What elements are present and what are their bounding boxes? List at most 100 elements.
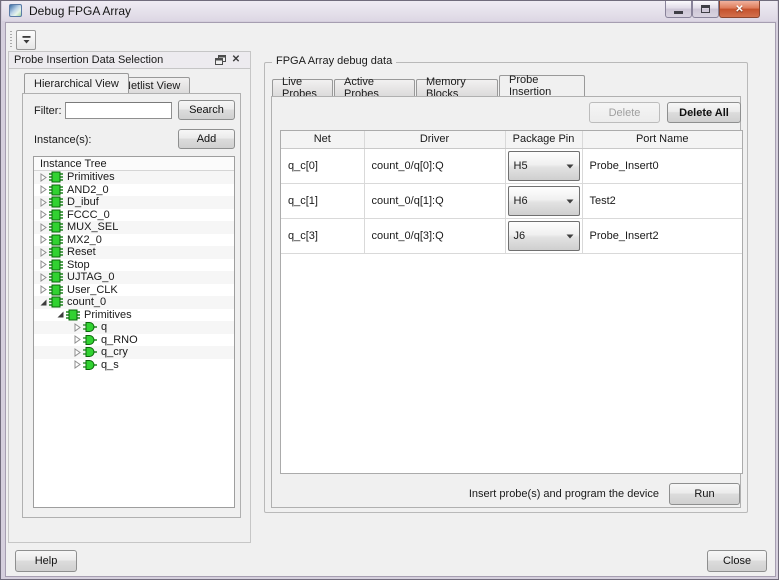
minimize-button[interactable] (665, 1, 692, 18)
collapse-arrow-icon[interactable] (55, 310, 65, 320)
package-pin-select[interactable]: H6 (508, 186, 580, 216)
package-pin-select[interactable]: H5 (508, 151, 580, 181)
expand-arrow-icon[interactable] (38, 272, 48, 282)
tree-item-reset[interactable]: Reset (34, 246, 234, 259)
expand-arrow-icon[interactable] (38, 285, 48, 295)
maximize-button[interactable] (692, 1, 719, 18)
run-button[interactable]: Run (669, 483, 740, 505)
net-cell[interactable]: q_c[3] (281, 218, 364, 253)
filter-label: Filter: (34, 105, 62, 117)
expand-arrow-icon[interactable] (38, 247, 48, 257)
probe-insertion-data-selection-panel: Probe Insertion Data Selection ✕ Hierarc… (8, 51, 251, 543)
expand-arrow-icon[interactable] (38, 185, 48, 195)
expand-arrow-icon[interactable] (38, 197, 48, 207)
tree-item-q_s[interactable]: q_s (34, 359, 234, 372)
package-pin-cell: H5 (505, 148, 582, 183)
close-button[interactable]: Close (707, 550, 767, 572)
package-pin-select[interactable]: J6 (508, 221, 580, 251)
chevron-down-icon (566, 234, 574, 239)
package-pin-cell: H6 (505, 183, 582, 218)
package-pin-value: J6 (514, 230, 526, 242)
tab-active-probes[interactable]: Active Probes (334, 79, 415, 96)
maximize-icon (701, 5, 710, 13)
dock-close-button[interactable]: ✕ (230, 53, 242, 67)
titlebar[interactable]: Debug FPGA Array ✕ (2, 1, 777, 21)
port-name-cell[interactable]: Probe_Insert0 (582, 148, 742, 183)
dock-title: Probe Insertion Data Selection (14, 52, 163, 68)
expand-arrow-icon[interactable] (38, 235, 48, 245)
minimize-icon (674, 11, 683, 14)
expand-arrow-icon[interactable] (72, 322, 82, 332)
expand-arrow-icon[interactable] (38, 260, 48, 270)
expand-arrow-icon[interactable] (72, 347, 82, 357)
collapse-arrow-icon[interactable] (38, 297, 48, 307)
tree-item-mux_sel[interactable]: MUX_SEL (34, 221, 234, 234)
tab-hierarchical-view[interactable]: Hierarchical View (24, 73, 129, 93)
col-header-driver[interactable]: Driver (364, 131, 505, 148)
chip-icon (49, 296, 64, 308)
tree-item-count_0[interactable]: count_0 (34, 296, 234, 309)
tree-item-primitives[interactable]: Primitives (34, 171, 234, 184)
help-button[interactable]: Help (15, 550, 77, 572)
probe-table-row: q_c[1]count_0/q[1]:Q H6 Test2 (281, 183, 742, 218)
gate-icon (83, 346, 98, 358)
port-name-cell[interactable]: Test2 (582, 183, 742, 218)
chip-icon (49, 171, 64, 183)
expand-arrow-icon[interactable] (38, 172, 48, 182)
chip-icon (49, 234, 64, 246)
tree-item-ujtag_0[interactable]: UJTAG_0 (34, 271, 234, 284)
tree-item-label: FCCC_0 (67, 209, 110, 222)
tree-item-and2_0[interactable]: AND2_0 (34, 184, 234, 197)
col-header-package-pin[interactable]: Package Pin (505, 131, 582, 148)
tree-item-mx2_0[interactable]: MX2_0 (34, 234, 234, 247)
net-cell[interactable]: q_c[1] (281, 183, 364, 218)
tree-item-q_cry[interactable]: q_cry (34, 346, 234, 359)
chip-icon (49, 284, 64, 296)
tree-item-d_ibuf[interactable]: D_ibuf (34, 196, 234, 209)
tree-item-q_rno[interactable]: q_RNO (34, 334, 234, 347)
chip-icon (49, 259, 64, 271)
probe-table-row: q_c[3]count_0/q[3]:Q J6 Probe_Insert2 (281, 218, 742, 253)
expand-arrow-icon[interactable] (38, 222, 48, 232)
probe-table: Net Driver Package Pin Port Name q_c[0]c… (280, 130, 743, 474)
col-header-port-name[interactable]: Port Name (582, 131, 742, 148)
instance-tree-header: Instance Tree (34, 157, 234, 171)
tree-item-label: D_ibuf (67, 196, 99, 209)
tree-item-fccc_0[interactable]: FCCC_0 (34, 209, 234, 222)
toolbar-menu-button[interactable] (16, 30, 36, 50)
package-pin-value: H5 (514, 160, 528, 172)
delete-all-button[interactable]: Delete All (667, 102, 741, 123)
tab-memory-blocks[interactable]: Memory Blocks (416, 79, 498, 96)
net-cell[interactable]: q_c[0] (281, 148, 364, 183)
package-pin-cell: J6 (505, 218, 582, 253)
tree-item-user_clk[interactable]: User_CLK (34, 284, 234, 297)
filter-input[interactable] (65, 102, 172, 119)
tree-item-label: Reset (67, 246, 96, 259)
chip-icon (49, 209, 64, 221)
add-button[interactable]: Add (178, 129, 235, 149)
delete-button[interactable]: Delete (589, 102, 660, 123)
port-name-cell[interactable]: Probe_Insert2 (582, 218, 742, 253)
window-close-button[interactable]: ✕ (719, 1, 760, 18)
tree-item-q[interactable]: q (34, 321, 234, 334)
driver-cell[interactable]: count_0/q[3]:Q (364, 218, 505, 253)
driver-cell[interactable]: count_0/q[0]:Q (364, 148, 505, 183)
tab-live-probes[interactable]: Live Probes (272, 79, 333, 96)
float-panel-button[interactable] (215, 55, 226, 66)
tree-item-label: q (101, 321, 107, 334)
tree-item-label: q_RNO (101, 334, 138, 347)
chip-icon (66, 309, 81, 321)
expand-arrow-icon[interactable] (72, 360, 82, 370)
driver-cell[interactable]: count_0/q[1]:Q (364, 183, 505, 218)
dock-header[interactable]: Probe Insertion Data Selection ✕ (9, 52, 250, 69)
expand-arrow-icon[interactable] (72, 335, 82, 345)
instances-label: Instance(s): (34, 134, 91, 146)
tree-item-primitives[interactable]: Primitives (34, 309, 234, 322)
col-header-net[interactable]: Net (281, 131, 364, 148)
tree-item-stop[interactable]: Stop (34, 259, 234, 272)
search-button[interactable]: Search (178, 100, 235, 120)
toolbar-drag-handle[interactable] (10, 31, 12, 49)
expand-arrow-icon[interactable] (38, 210, 48, 220)
package-pin-value: H6 (514, 195, 528, 207)
tab-probe-insertion[interactable]: Probe Insertion (499, 75, 585, 96)
